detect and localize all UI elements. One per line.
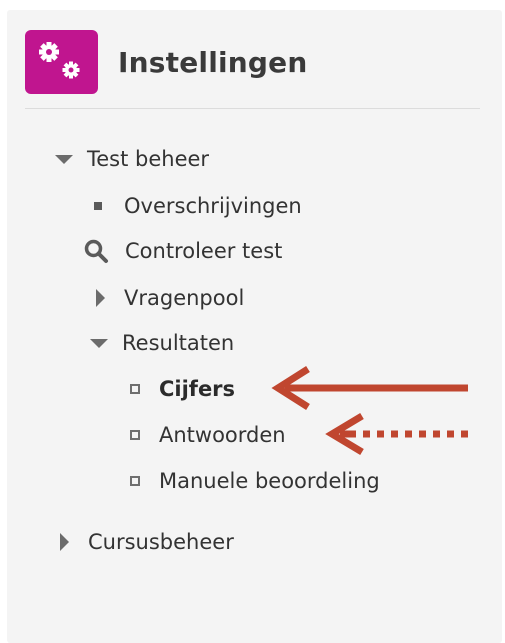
annotation-arrows bbox=[271, 366, 468, 456]
solid-arrow-icon bbox=[271, 366, 468, 410]
dotted-arrow-icon bbox=[325, 412, 468, 456]
